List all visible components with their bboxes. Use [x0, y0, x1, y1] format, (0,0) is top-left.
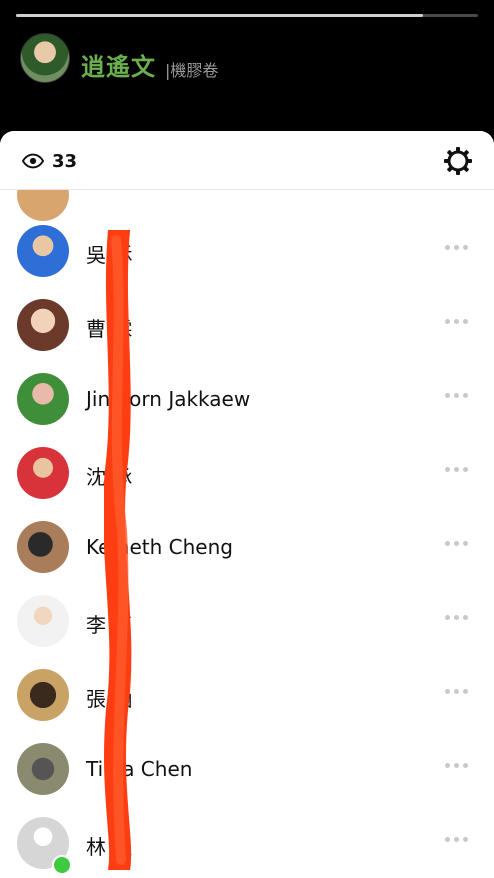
viewer-name: 曹 霖	[86, 317, 133, 341]
more-dot	[445, 319, 450, 324]
story-header: 逍遙文 |機膠卷	[0, 30, 494, 90]
viewer-name: 吳 秝	[86, 243, 133, 267]
viewer-avatar[interactable]	[17, 521, 69, 573]
viewer-row[interactable]: 李 貞	[0, 585, 494, 659]
viewer-name: 張 涵	[86, 687, 133, 711]
more-dot	[454, 245, 459, 250]
more-dot	[463, 689, 468, 694]
more-dot	[454, 541, 459, 546]
more-dot	[445, 467, 450, 472]
viewer-avatar[interactable]	[17, 743, 69, 795]
viewer-row[interactable]: 曹 霖	[0, 289, 494, 363]
viewer-name: Ke neth Cheng	[86, 535, 233, 559]
eye-icon	[22, 153, 44, 169]
story-progress-bar	[16, 14, 478, 17]
more-dot	[463, 245, 468, 250]
viewer-name: 李 貞	[86, 613, 133, 637]
more-dot	[463, 467, 468, 472]
more-dot	[463, 319, 468, 324]
viewer-name: Jin porn Jakkaew	[86, 387, 251, 411]
more-dot	[454, 615, 459, 620]
host-avatar[interactable]	[20, 33, 70, 83]
more-dot	[454, 319, 459, 324]
more-dot	[454, 467, 459, 472]
viewer-avatar[interactable]	[17, 299, 69, 351]
viewer-row[interactable]: 吳 秝	[0, 215, 494, 289]
more-dot	[445, 245, 450, 250]
viewer-name: 林 里	[86, 835, 133, 859]
more-dot	[454, 689, 459, 694]
host-name[interactable]: 逍遙文	[81, 47, 156, 82]
viewer-row[interactable]: Ke neth Cheng	[0, 511, 494, 585]
viewer-name: 沈 承	[86, 465, 133, 489]
viewers-sheet: 33 吳 秝曹 霖 Jin porn Jakkaew 沈 承 Ke neth Chen…	[0, 131, 494, 878]
more-dot	[463, 763, 468, 768]
more-dot	[463, 615, 468, 620]
viewer-list[interactable]: 吳 秝曹 霖 Jin porn Jakkaew 沈 承 Ke neth Cheng 李 …	[0, 131, 494, 878]
more-dot	[445, 763, 450, 768]
more-dot	[463, 837, 468, 842]
viewer-avatar[interactable]	[17, 669, 69, 721]
more-horizontal-icon[interactable]	[445, 837, 468, 842]
viewers-sheet-header: 33	[0, 131, 494, 190]
gear-icon[interactable]	[442, 145, 474, 177]
viewer-row[interactable]: Jin porn Jakkaew	[0, 363, 494, 437]
more-horizontal-icon[interactable]	[445, 319, 468, 324]
more-dot	[445, 837, 450, 842]
viewer-name: Tin a Chen	[86, 757, 193, 781]
viewer-avatar[interactable]	[17, 447, 69, 499]
more-dot	[445, 689, 450, 694]
viewer-avatar[interactable]	[17, 595, 69, 647]
viewer-avatar[interactable]	[17, 373, 69, 425]
viewer-row[interactable]: 張 涵	[0, 659, 494, 733]
view-count: 33	[22, 149, 77, 173]
more-horizontal-icon[interactable]	[445, 689, 468, 694]
host-subtitle: |機膠卷	[165, 61, 219, 80]
more-dot	[463, 393, 468, 398]
more-dot	[454, 763, 459, 768]
more-dot	[454, 393, 459, 398]
more-dot	[445, 393, 450, 398]
more-horizontal-icon[interactable]	[445, 467, 468, 472]
more-horizontal-icon[interactable]	[445, 763, 468, 768]
more-dot	[445, 541, 450, 546]
more-dot	[463, 541, 468, 546]
more-horizontal-icon[interactable]	[445, 245, 468, 250]
more-dot	[445, 615, 450, 620]
more-horizontal-icon[interactable]	[445, 541, 468, 546]
more-dot	[454, 837, 459, 842]
online-status-dot	[52, 855, 72, 875]
more-horizontal-icon[interactable]	[445, 615, 468, 620]
viewer-row[interactable]: Tin a Chen	[0, 733, 494, 807]
viewer-avatar[interactable]	[17, 225, 69, 277]
viewer-row[interactable]: 沈 承	[0, 437, 494, 511]
story-progress-fill	[16, 14, 423, 17]
more-horizontal-icon[interactable]	[445, 393, 468, 398]
view-count-value: 33	[52, 150, 78, 172]
viewer-row[interactable]: 林 里	[0, 807, 494, 878]
